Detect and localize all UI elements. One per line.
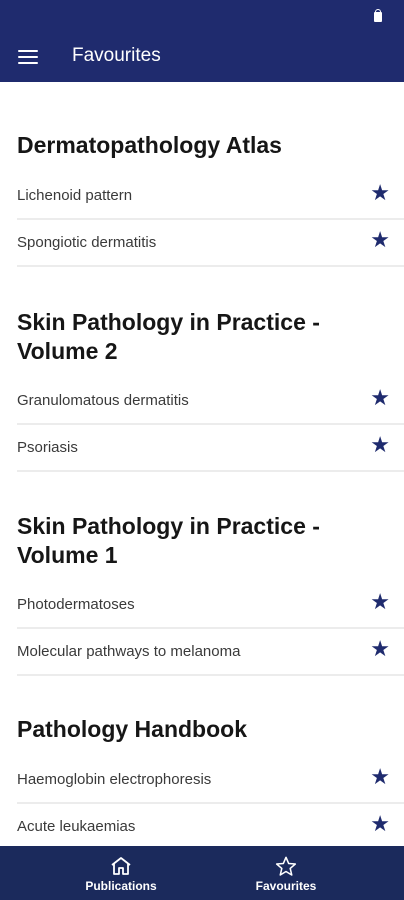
list-item[interactable]: Photodermatoses ★ (17, 582, 404, 629)
section-title: Dermatopathology Atlas (17, 132, 282, 158)
item-label: Molecular pathways to melanoma (17, 643, 241, 660)
menu-icon[interactable] (18, 50, 38, 64)
nav-label: Publications (85, 879, 157, 893)
section-title: Skin Pathology in Practice - Volume 2 (17, 308, 320, 366)
list-item[interactable]: Spongiotic dermatitis ★ (17, 220, 404, 267)
list-item[interactable]: Granulomatous dermatitis ★ (17, 378, 404, 425)
page-title: Favourites (72, 45, 161, 66)
item-label: Haemoglobin electrophoresis (17, 771, 212, 788)
item-label: Acute leukaemias (17, 818, 136, 835)
nav-favourites[interactable]: Favourites (226, 846, 346, 900)
item-label: Psoriasis (17, 439, 78, 456)
section-title: Skin Pathology in Practice - Volume 1 (17, 512, 320, 570)
star-outline-icon (275, 856, 297, 876)
star-filled-icon[interactable]: ★ (370, 433, 390, 457)
list-item[interactable]: Molecular pathways to melanoma ★ (17, 629, 404, 676)
list-item[interactable]: Haemoglobin electrophoresis ★ (17, 757, 404, 804)
section-title: Pathology Handbook (17, 716, 247, 742)
section-title-line: Skin Pathology in Practice - (17, 513, 320, 539)
nav-label: Favourites (255, 879, 317, 893)
list-item[interactable]: Acute leukaemias ★ (17, 804, 404, 846)
star-filled-icon[interactable]: ★ (370, 386, 390, 410)
section-title-line: Skin Pathology in Practice - (17, 309, 320, 335)
star-filled-icon[interactable]: ★ (370, 228, 390, 252)
item-label: Lichenoid pattern (17, 187, 133, 204)
app-bar: Favourites (0, 0, 404, 82)
item-label: Photodermatoses (17, 596, 135, 613)
section-title-line: Volume 1 (17, 542, 118, 568)
favourites-list[interactable]: Dermatopathology Atlas Lichenoid pattern… (0, 82, 404, 846)
list-item[interactable]: Lichenoid pattern ★ (17, 173, 404, 220)
star-filled-icon[interactable]: ★ (370, 590, 390, 614)
list-item[interactable]: Psoriasis ★ (17, 425, 404, 472)
nav-publications[interactable]: Publications (61, 846, 181, 900)
section-title-line: Volume 2 (17, 338, 118, 364)
star-filled-icon[interactable]: ★ (370, 765, 390, 789)
bottom-navigation: Publications Favourites (0, 846, 404, 900)
item-label: Granulomatous dermatitis (17, 392, 189, 409)
star-filled-icon[interactable]: ★ (370, 812, 390, 836)
star-filled-icon[interactable]: ★ (370, 637, 390, 661)
lock-icon (374, 9, 382, 22)
home-icon (111, 857, 131, 875)
star-filled-icon[interactable]: ★ (370, 181, 390, 205)
item-label: Spongiotic dermatitis (17, 234, 157, 251)
